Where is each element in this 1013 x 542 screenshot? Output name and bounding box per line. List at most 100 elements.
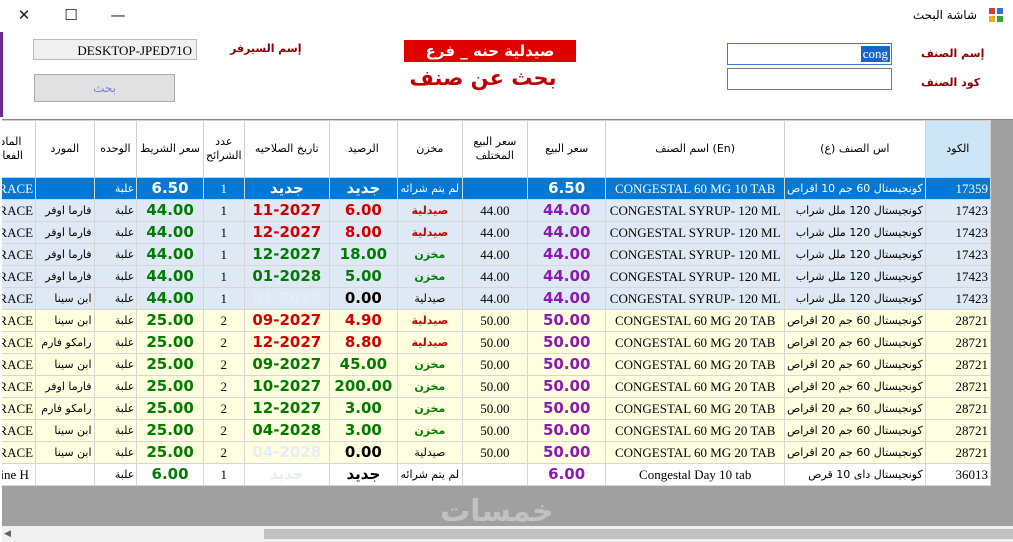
search-button[interactable]: بحث xyxy=(34,74,175,102)
cell-code: 17423 xyxy=(924,199,992,222)
table-row[interactable]: phrine Hعلبة6.001جديدجديدلم يتم شرائه6.0… xyxy=(2,463,992,486)
cell-store: صيدلية xyxy=(396,287,463,310)
column-header-name-en[interactable]: اسم الصنف (En) xyxy=(605,120,785,178)
cell-active: PARACE xyxy=(2,199,37,222)
table-row[interactable]: PARACEعلبة6.501جديدجديدلم يتم شرائه6.50C… xyxy=(2,177,992,200)
cell-supplier: رامكو فارم xyxy=(35,331,95,354)
cell-name-en: CONGESTAL 60 MG 20 TAB xyxy=(605,397,785,420)
cell-balance: 4.90 xyxy=(328,309,398,332)
column-header-expiry[interactable]: تاريخ الصلاحيه xyxy=(243,120,330,178)
cell-balance: جديد xyxy=(328,463,398,486)
cell-strip-price: 44.00 xyxy=(136,243,204,266)
cell-name-en: CONGESTAL SYRUP- 120 ML xyxy=(605,243,785,266)
table-row[interactable]: PARACEفارما اوفرعلبة25.00210-2027200.00م… xyxy=(2,375,992,398)
cell-code: 17359 xyxy=(924,177,992,200)
cell-supplier: ابن سينا xyxy=(35,419,95,442)
column-header-name-ar[interactable]: اس الصنف (ع) xyxy=(783,120,926,178)
column-header-active[interactable]: المادة الفعالة xyxy=(2,120,37,178)
cell-name-en: CONGESTAL SYRUP- 120 ML xyxy=(605,287,785,310)
cell-name-ar: كونجيستال 60 جم 20 اقراص xyxy=(783,375,926,398)
cell-expiry: 09-2027 xyxy=(243,309,330,332)
column-header-unit[interactable]: الوحده xyxy=(93,120,138,178)
cell-code: 28721 xyxy=(924,331,992,354)
cell-supplier: ابن سينا xyxy=(35,441,95,464)
cell-expiry: 11-2027 xyxy=(243,199,330,222)
cell-strip-price: 44.00 xyxy=(136,265,204,288)
cell-code: 17423 xyxy=(924,221,992,244)
table-row[interactable]: PARACEابن سيناعلبة25.00204-20280.00صيدلي… xyxy=(2,441,992,464)
cell-store: مخزن xyxy=(396,243,463,266)
column-header-strip-price[interactable]: سعر الشريط xyxy=(136,120,204,178)
cell-store: مخزن xyxy=(396,353,463,376)
cell-diff-price: 50.00 xyxy=(461,375,528,398)
cell-unit: علبة xyxy=(93,287,138,310)
cell-strips: 1 xyxy=(202,265,245,288)
results-grid[interactable]: المادة الفعالةالموردالوحدهسعر الشريطعدد … xyxy=(2,119,1013,527)
table-row[interactable]: PARACEرامكو فارمعلبة25.00212-20273.00مخز… xyxy=(2,397,992,420)
column-header-diff-price[interactable]: سعر البيع المختلف xyxy=(461,120,528,178)
item-code-input[interactable] xyxy=(727,68,892,90)
table-row[interactable]: PARACEفارما اوفرعلبة44.00101-20285.00مخز… xyxy=(2,265,992,288)
cell-name-en: CONGESTAL 60 MG 20 TAB xyxy=(605,331,785,354)
cell-diff-price: 44.00 xyxy=(461,265,528,288)
left-edge xyxy=(0,32,4,117)
cell-diff-price: 44.00 xyxy=(461,287,528,310)
cell-name-en: CONGESTAL SYRUP- 120 ML xyxy=(605,265,785,288)
minimize-button[interactable]: — xyxy=(106,4,130,26)
maximize-button[interactable]: ☐ xyxy=(59,4,83,26)
column-header-balance[interactable]: الرصيد xyxy=(328,120,398,178)
cell-name-ar: كونجيستال 120 ملل شراب xyxy=(783,265,926,288)
table-row[interactable]: PARACEابن سيناعلبة25.00209-202745.00مخزن… xyxy=(2,353,992,376)
cell-expiry: 04-2028 xyxy=(243,441,330,464)
window-title: شاشة البحث xyxy=(912,8,977,22)
cell-code: 36013 xyxy=(924,463,992,486)
cell-active: phrine H xyxy=(2,463,37,486)
column-header-price[interactable]: سعر البيع xyxy=(526,120,607,178)
cell-price: 44.00 xyxy=(526,287,607,310)
screen-subtitle: بحث عن صنف xyxy=(409,66,557,90)
column-header-strips[interactable]: عدد الشرائح xyxy=(202,120,245,178)
cell-name-ar: كونجيستال 120 ملل شراب xyxy=(783,243,926,266)
cell-balance: 0.00 xyxy=(328,441,398,464)
cell-supplier: فارما اوفر xyxy=(35,221,95,244)
table-row[interactable]: PARACEابن سيناعلبة44.00101-20280.00صيدلي… xyxy=(2,287,992,310)
cell-supplier: رامكو فارم xyxy=(35,397,95,420)
cell-code: 28721 xyxy=(924,353,992,376)
cell-strip-price: 6.00 xyxy=(136,463,204,486)
cell-price: 50.00 xyxy=(526,419,607,442)
cell-store: صيدلية xyxy=(396,199,463,222)
column-header-code[interactable]: الكود xyxy=(924,120,992,178)
cell-unit: علبة xyxy=(93,221,138,244)
close-button[interactable]: ✕ xyxy=(12,4,36,26)
scroll-left-icon[interactable]: ◀ xyxy=(4,526,11,542)
scrollbar-thumb[interactable] xyxy=(264,529,1013,539)
column-header-store[interactable]: مخزن xyxy=(396,120,463,178)
cell-active: PARACE xyxy=(2,331,37,354)
horizontal-scrollbar[interactable]: ◀ xyxy=(2,526,1013,542)
cell-expiry: 09-2027 xyxy=(243,353,330,376)
cell-price: 50.00 xyxy=(526,397,607,420)
cell-strip-price: 44.00 xyxy=(136,221,204,244)
cell-supplier: فارما اوفر xyxy=(35,375,95,398)
table-row[interactable]: PARACEفارما اوفرعلبة44.00112-20278.00صيد… xyxy=(2,221,992,244)
table-row[interactable]: PARACEفارما اوفرعلبة44.00111-20276.00صيد… xyxy=(2,199,992,222)
cell-unit: علبة xyxy=(93,309,138,332)
cell-supplier xyxy=(35,463,95,486)
cell-name-en: CONGESTAL 60 MG 20 TAB xyxy=(605,353,785,376)
cell-name-ar: كونجيستال 60 جم 20 اقراص xyxy=(783,441,926,464)
cell-code: 17423 xyxy=(924,243,992,266)
table-row[interactable]: PARACEابن سيناعلبة25.00209-20274.90صيدلي… xyxy=(2,309,992,332)
cell-balance: 0.00 xyxy=(328,287,398,310)
item-name-input[interactable]: cong xyxy=(727,43,892,65)
pharmacy-title: صيدلية حنه _ فرع الثانوية xyxy=(404,40,576,82)
table-row[interactable]: PARACEرامكو فارمعلبة25.00212-20278.80صيد… xyxy=(2,331,992,354)
cell-diff-price: 50.00 xyxy=(461,419,528,442)
table-row[interactable]: PARACEفارما اوفرعلبة44.00112-202718.00مخ… xyxy=(2,243,992,266)
cell-name-ar: كونجيستال 60 جم 20 اقراص xyxy=(783,397,926,420)
cell-name-ar: كونجيستال 60 جم 20 اقراص xyxy=(783,309,926,332)
cell-supplier xyxy=(35,177,95,200)
server-name-field[interactable]: DESKTOP-JPED71O xyxy=(33,39,197,60)
column-header-supplier[interactable]: المورد xyxy=(35,120,95,178)
cell-name-en: Congestal Day 10 tab xyxy=(605,463,785,486)
table-row[interactable]: PARACEابن سيناعلبة25.00204-20283.00مخزن5… xyxy=(2,419,992,442)
